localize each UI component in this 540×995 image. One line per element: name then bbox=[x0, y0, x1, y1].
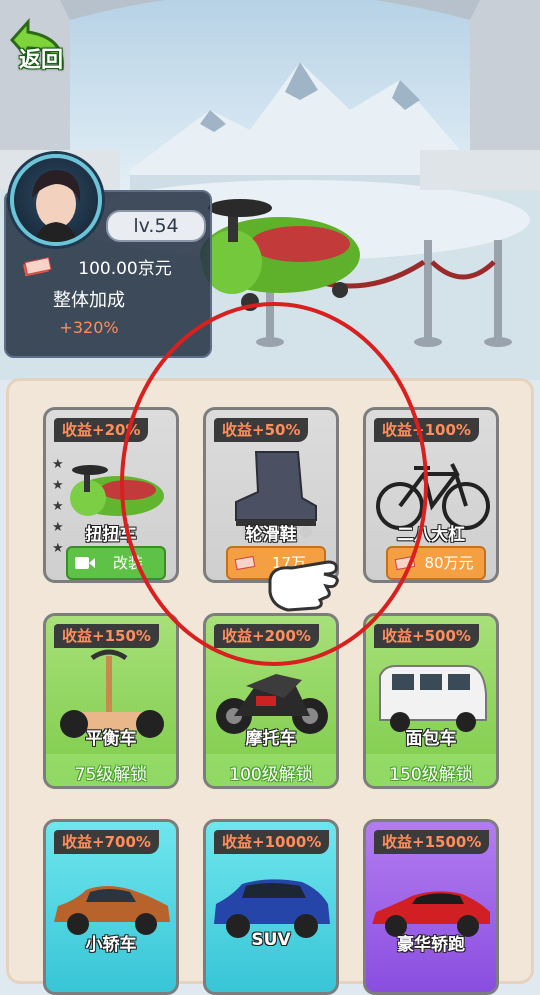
vehicle-name: 面包车 bbox=[405, 729, 457, 749]
player-level-badge: lv.54 bbox=[106, 210, 206, 242]
vehicle-card-sedan[interactable]: 收益+700% 小轿车 bbox=[43, 819, 179, 995]
vehicle-card-suv[interactable]: 收益+1000% SUV bbox=[203, 819, 339, 995]
tutorial-highlight-circle bbox=[120, 302, 428, 666]
vehicle-name: 豪华轿跑 bbox=[397, 935, 465, 955]
back-label: 返回 bbox=[18, 48, 63, 73]
money-row: 100.00京元 bbox=[14, 254, 204, 280]
back-button[interactable]: 返回 bbox=[8, 18, 70, 76]
unlock-level-text: 150级解锁 bbox=[389, 765, 473, 785]
cash-stack-icon bbox=[23, 257, 52, 277]
vehicle-card-luxury-coupe[interactable]: 收益+1500% 豪华轿跑 bbox=[363, 819, 499, 995]
income-bonus-badge: 收益+1500% bbox=[374, 830, 490, 854]
avatar-portrait bbox=[32, 170, 81, 242]
income-bonus-badge: 收益+1000% bbox=[214, 830, 330, 854]
vehicle-name: 摩托车 bbox=[245, 729, 297, 749]
unlock-level-text: 100级解锁 bbox=[229, 765, 313, 785]
tutorial-pointing-hand-icon bbox=[268, 560, 339, 612]
income-bonus-badge: 收益+700% bbox=[54, 830, 159, 854]
vehicle-name: 小轿车 bbox=[85, 935, 137, 955]
player-avatar[interactable] bbox=[10, 154, 102, 246]
unlock-level-text: 75级解锁 bbox=[74, 765, 148, 785]
video-icon bbox=[75, 557, 95, 569]
vehicle-name: SUV bbox=[251, 930, 291, 950]
money-amount: 100.00京元 bbox=[78, 259, 172, 279]
vehicle-name: 平衡车 bbox=[85, 729, 137, 749]
